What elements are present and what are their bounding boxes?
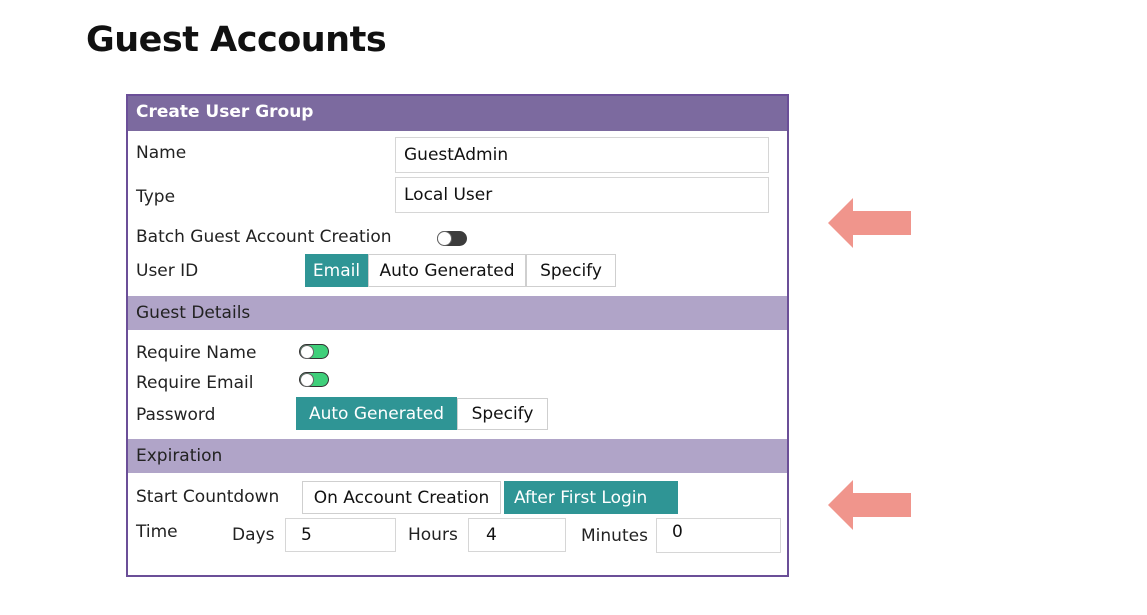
time-label: Time (136, 522, 178, 542)
require-email-label: Require Email (136, 373, 254, 393)
toggle-knob (300, 373, 314, 387)
batch-creation-label: Batch Guest Account Creation (136, 227, 392, 247)
type-label: Type (136, 187, 176, 207)
toggle-knob (300, 345, 314, 359)
left-arrow-icon (828, 198, 911, 248)
require-name-toggle[interactable] (299, 344, 329, 359)
user-id-option-auto-generated[interactable]: Auto Generated (368, 254, 526, 287)
require-name-label: Require Name (136, 343, 257, 363)
start-countdown-label: Start Countdown (136, 487, 280, 507)
name-label: Name (136, 143, 187, 163)
guest-details-header: Guest Details (128, 296, 787, 330)
type-field[interactable]: Local User (395, 177, 769, 213)
left-arrow-icon (828, 480, 911, 530)
countdown-option-after-first-login[interactable]: After First Login (504, 481, 678, 514)
password-option-auto-generated[interactable]: Auto Generated (296, 397, 457, 430)
name-value: GuestAdmin (404, 145, 509, 165)
minutes-value: 0 (672, 522, 683, 542)
require-email-toggle[interactable] (299, 372, 329, 387)
password-label: Password (136, 405, 216, 425)
user-id-option-email[interactable]: Email (305, 254, 368, 287)
password-option-specify[interactable]: Specify (457, 398, 548, 430)
user-id-option-specify[interactable]: Specify (526, 254, 616, 287)
minutes-field[interactable]: 0 (656, 518, 781, 553)
hours-field[interactable]: 4 (468, 518, 566, 552)
name-field[interactable]: GuestAdmin (395, 137, 769, 173)
days-value: 5 (301, 525, 312, 545)
type-value: Local User (404, 185, 493, 205)
page-title: Guest Accounts (86, 20, 387, 60)
create-user-group-panel: Create User Group Name GuestAdmin Type L… (126, 94, 789, 577)
batch-creation-toggle[interactable] (437, 231, 467, 246)
hours-value: 4 (486, 525, 497, 545)
countdown-option-on-account-creation[interactable]: On Account Creation (302, 481, 501, 514)
days-field[interactable]: 5 (285, 518, 396, 552)
expiration-header: Expiration (128, 439, 787, 473)
user-id-label: User ID (136, 261, 199, 281)
days-label: Days (232, 525, 275, 545)
hours-label: Hours (408, 525, 458, 545)
minutes-label: Minutes (581, 526, 648, 546)
panel-header: Create User Group (128, 96, 787, 131)
toggle-knob (437, 231, 452, 246)
